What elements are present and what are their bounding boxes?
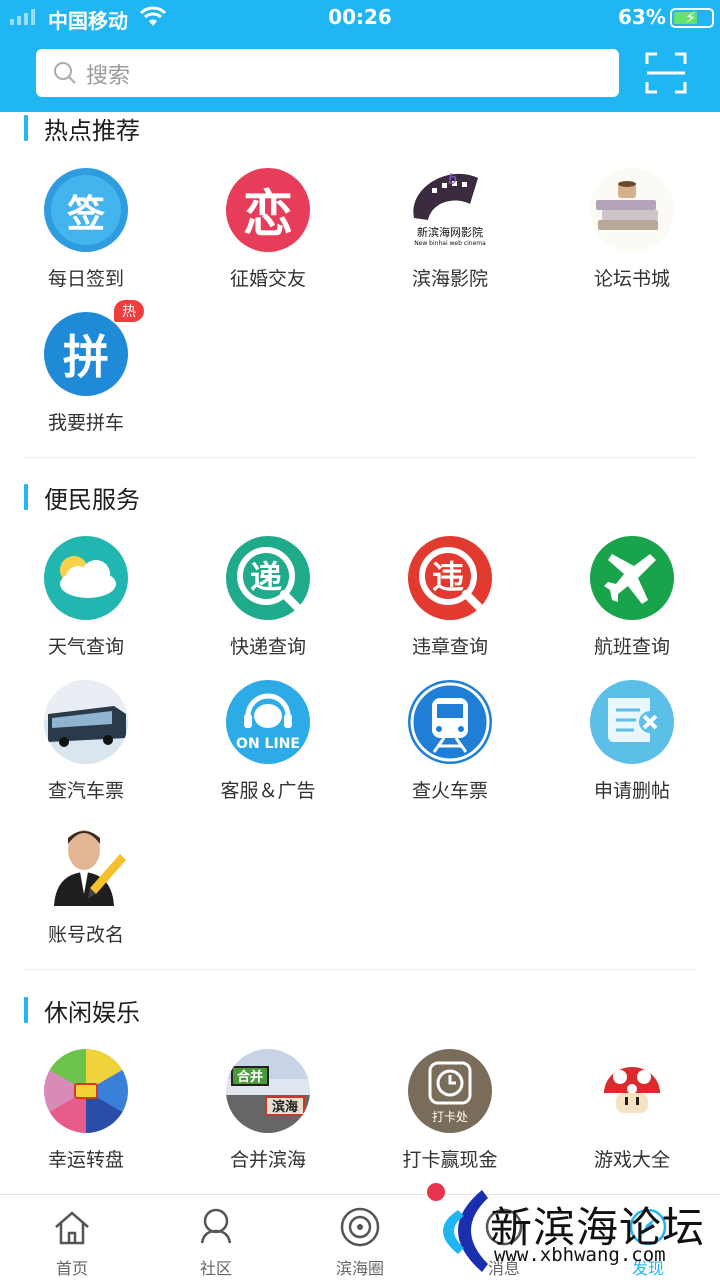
- watermark-logo: 新滨海论坛 www.xbhwang.com: [424, 1180, 720, 1280]
- circle-icon: [340, 1207, 380, 1247]
- tab-circle[interactable]: 滨海圈: [288, 1203, 432, 1279]
- tab-home[interactable]: 首页: [0, 1203, 144, 1279]
- clock: 00:26: [328, 5, 392, 29]
- svg-text:合并: 合并: [237, 1069, 263, 1085]
- tile-violation[interactable]: 违 违章查询: [380, 536, 520, 666]
- divider: [24, 969, 696, 970]
- tile-books[interactable]: 论坛书城: [562, 168, 702, 298]
- customer-service-icon: ON LINE: [226, 680, 310, 764]
- battery-icon: ⚡: [670, 8, 714, 28]
- sign-in-icon: 签: [44, 168, 128, 252]
- tile-flight[interactable]: 航班查询: [562, 536, 702, 666]
- weather-icon: [44, 536, 128, 620]
- tile-train-ticket[interactable]: 查火车票: [380, 680, 520, 810]
- logo-icon: [427, 1183, 488, 1272]
- tile-dating[interactable]: 恋 征婚交友: [198, 168, 338, 298]
- divider: [24, 457, 696, 458]
- tab-community[interactable]: 社区: [144, 1203, 288, 1279]
- hot-badge: 热: [114, 300, 144, 322]
- svg-text:打卡处: 打卡处: [432, 1110, 468, 1124]
- merge-game-icon: 合并 滨海: [226, 1049, 310, 1133]
- tile-carpool[interactable]: 拼 热 我要拼车: [16, 300, 156, 442]
- lucky-wheel-icon: [44, 1049, 128, 1133]
- violation-icon: 违: [408, 536, 492, 620]
- section-title-leisure: 休闲娱乐: [24, 995, 140, 1027]
- dating-icon: 恋: [226, 168, 310, 252]
- tile-cinema[interactable]: b 新滨海网影院 New binhai web cinema 滨海影院: [380, 168, 520, 298]
- tile-express[interactable]: 递 快递查询: [198, 536, 338, 666]
- search-input[interactable]: 搜索: [36, 49, 619, 97]
- tile-clock-in[interactable]: 打卡处 打卡赢现金: [380, 1049, 520, 1179]
- section-title-services: 便民服务: [24, 482, 140, 514]
- tile-lucky-wheel[interactable]: 幸运转盘: [16, 1049, 156, 1179]
- search-placeholder: 搜索: [86, 64, 131, 89]
- app-header: 中国移动 00:26 63% ⚡ 搜索: [0, 0, 720, 112]
- tile-weather[interactable]: 天气查询: [16, 536, 156, 666]
- svg-text:b: b: [448, 172, 457, 188]
- clock-in-icon: 打卡处: [408, 1049, 492, 1133]
- search-icon: [54, 62, 76, 84]
- status-bar: 中国移动 00:26 63% ⚡: [0, 0, 720, 36]
- tile-games[interactable]: 游戏大全: [562, 1049, 702, 1179]
- home-icon: [55, 1211, 89, 1245]
- tile-bus-ticket[interactable]: 查汽车票: [16, 680, 156, 810]
- flight-icon: [590, 536, 674, 620]
- books-icon: [590, 168, 674, 252]
- svg-text:违: 违: [432, 558, 464, 596]
- scan-icon[interactable]: [645, 52, 687, 94]
- battery-percent: 63%: [618, 5, 666, 29]
- carpool-icon: 拼: [44, 312, 128, 396]
- svg-text:递: 递: [250, 558, 282, 596]
- cinema-icon: b 新滨海网影院 New binhai web cinema: [408, 168, 492, 252]
- delete-post-icon: [590, 680, 674, 764]
- community-icon: [200, 1208, 232, 1244]
- svg-text:ON LINE: ON LINE: [236, 736, 300, 752]
- tile-customer-service[interactable]: ON LINE 客服＆广告: [198, 680, 338, 810]
- tile-delete-post[interactable]: 申请删帖: [562, 680, 702, 810]
- tile-daily-sign-in[interactable]: 签 每日签到: [16, 168, 156, 298]
- svg-text:滨海: 滨海: [272, 1099, 298, 1115]
- express-icon: 递: [226, 536, 310, 620]
- rename-account-icon: [44, 824, 128, 908]
- section-title-hot: 热点推荐: [24, 113, 140, 145]
- tile-merge-binhai[interactable]: 合并 滨海 合并滨海: [198, 1049, 338, 1179]
- train-icon: [408, 680, 492, 764]
- mushroom-icon: [590, 1049, 674, 1133]
- tile-rename-account[interactable]: 账号改名: [16, 824, 156, 954]
- bus-icon: [44, 680, 128, 764]
